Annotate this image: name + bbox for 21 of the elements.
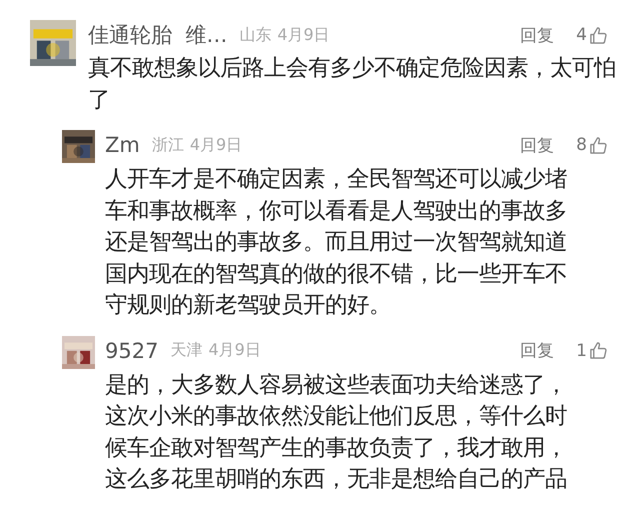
comment-text: 是的，大多数人容易被这些表面功夫给迷惑了，这次小米的事故依然没能让他们反思，等什么时候车企敢对智驾产生的事故负责了，我才敢用，这么多花里胡哨的东西，无非是想给自己的产品 <box>105 370 568 494</box>
like-count: 1 <box>576 340 587 360</box>
comment-text: 人开车才是不确定因素，全民智驾还可以减少堵车和事故概率，你可以看看是人驾驶出的事故多还是智驾出的事故多。而且用过一次智驾就知道国内现在的智驾真的做的很不错，比一些开车不守规则的新老驾驶员开的好。 <box>105 165 568 320</box>
reply-button[interactable]: 回复 <box>520 134 554 156</box>
comment-date: 4月9日 <box>277 24 330 46</box>
comment-text: 真不敢想象以后路上会有多少不确定危险因素，太可怕了 <box>88 54 617 114</box>
user-name: 9527 <box>105 338 158 362</box>
thumbs-up-icon[interactable] <box>589 136 608 154</box>
reply-button[interactable]: 回复 <box>520 339 554 362</box>
like-count: 8 <box>576 135 587 155</box>
location: 天津 <box>170 340 202 361</box>
comment-date: 4月9日 <box>190 134 242 156</box>
location: 山东 <box>239 24 272 46</box>
location: 浙江 <box>152 134 184 156</box>
user-name: Zm <box>105 133 140 157</box>
user-name: 佳通轮胎 维… <box>88 22 228 49</box>
reply-button[interactable]: 回复 <box>520 24 554 46</box>
thumbs-up-icon[interactable] <box>589 26 608 44</box>
thumbs-up-icon[interactable] <box>589 341 608 360</box>
comment-date: 4月9日 <box>208 340 261 361</box>
like-count: 4 <box>576 25 587 45</box>
